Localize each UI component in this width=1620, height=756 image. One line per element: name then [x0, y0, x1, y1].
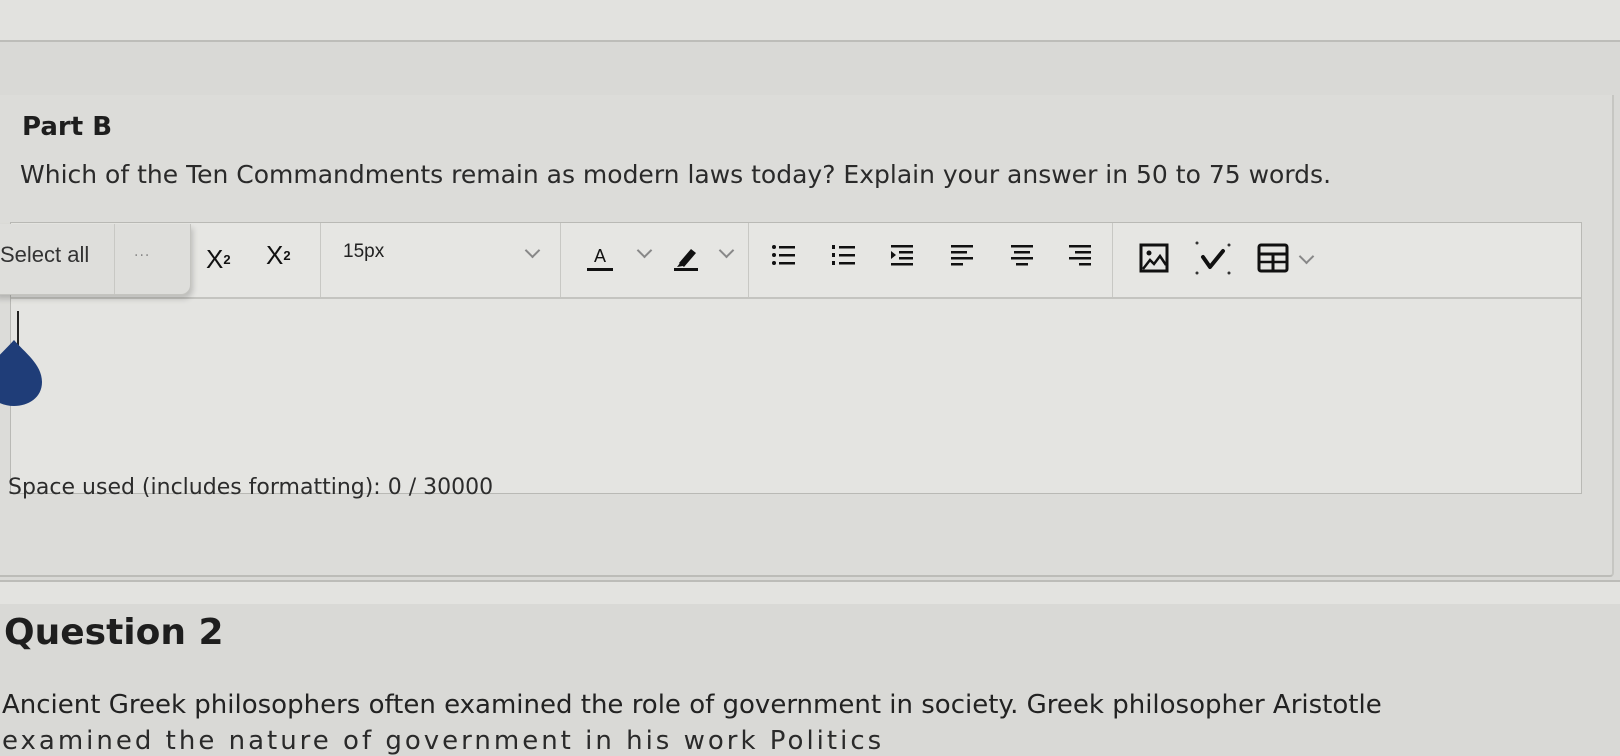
- text-color-icon: A: [593, 245, 606, 266]
- paragraph-group: [749, 223, 1113, 297]
- indent-button[interactable]: [889, 243, 915, 267]
- math-equation-icon: [1195, 241, 1231, 275]
- caret-handle[interactable]: [0, 338, 44, 408]
- selection-popup: Select all ...: [0, 224, 191, 295]
- align-left-icon: [951, 245, 973, 266]
- insert-table-button[interactable]: [1257, 243, 1289, 273]
- rich-text-editor: X2 X2 15px A: [10, 222, 1582, 494]
- highlight-color-icon: [674, 249, 698, 271]
- superscript-button[interactable]: X2: [206, 239, 231, 279]
- insert-group: [1113, 223, 1581, 297]
- editor-content-area[interactable]: [11, 299, 1581, 493]
- indent-icon: [891, 245, 913, 266]
- subscript-button[interactable]: X2: [266, 235, 291, 275]
- popup-divider: [114, 224, 115, 294]
- select-all-button[interactable]: Select all: [0, 242, 89, 268]
- more-options-button[interactable]: ...: [134, 244, 150, 260]
- align-left-button[interactable]: [949, 243, 975, 267]
- bulleted-list-button[interactable]: [771, 243, 797, 267]
- align-right-button[interactable]: [1067, 243, 1093, 267]
- subscript-base: X: [266, 239, 284, 270]
- font-size-select[interactable]: 15px: [343, 241, 384, 263]
- numbered-list-button[interactable]: [831, 243, 857, 267]
- previous-section-band: [0, 0, 1620, 42]
- text-color-swatch: [587, 267, 613, 271]
- superscript-exp: 2: [223, 251, 231, 267]
- chevron-down-icon[interactable]: [1298, 248, 1315, 265]
- math-equation-button[interactable]: [1193, 239, 1233, 277]
- chevron-down-icon[interactable]: [718, 242, 735, 259]
- numbered-list-icon: [832, 245, 855, 265]
- font-size-group[interactable]: 15px: [321, 223, 561, 297]
- bulleted-list-icon: [772, 245, 795, 265]
- chevron-down-icon: [524, 242, 541, 259]
- insert-table-icon: [1257, 243, 1289, 273]
- highlight-color-button[interactable]: [671, 241, 701, 273]
- insert-image-button[interactable]: [1139, 243, 1169, 273]
- part-title: Part B: [22, 112, 113, 142]
- align-right-icon: [1069, 245, 1091, 266]
- question-2-title: Question 2: [4, 612, 224, 653]
- color-group: A: [561, 223, 749, 297]
- editor-toolbar: X2 X2 15px A: [11, 223, 1581, 299]
- chevron-down-icon[interactable]: [636, 242, 653, 259]
- text-color-button[interactable]: A: [587, 241, 613, 275]
- superscript-base: X: [206, 243, 224, 274]
- question-2-text-line-2: examined the nature of government in his…: [2, 726, 885, 756]
- align-center-button[interactable]: [1009, 243, 1035, 267]
- section-divider: [0, 580, 1620, 604]
- insert-image-icon: [1139, 243, 1169, 273]
- space-used-counter: Space used (includes formatting): 0 / 30…: [8, 475, 494, 500]
- question-2-text-line-1: Ancient Greek philosophers often examine…: [2, 690, 1382, 720]
- subscript-idx: 2: [283, 247, 291, 263]
- align-center-icon: [1011, 245, 1033, 266]
- question-prompt: Which of the Ten Commandments remain as …: [20, 160, 1332, 189]
